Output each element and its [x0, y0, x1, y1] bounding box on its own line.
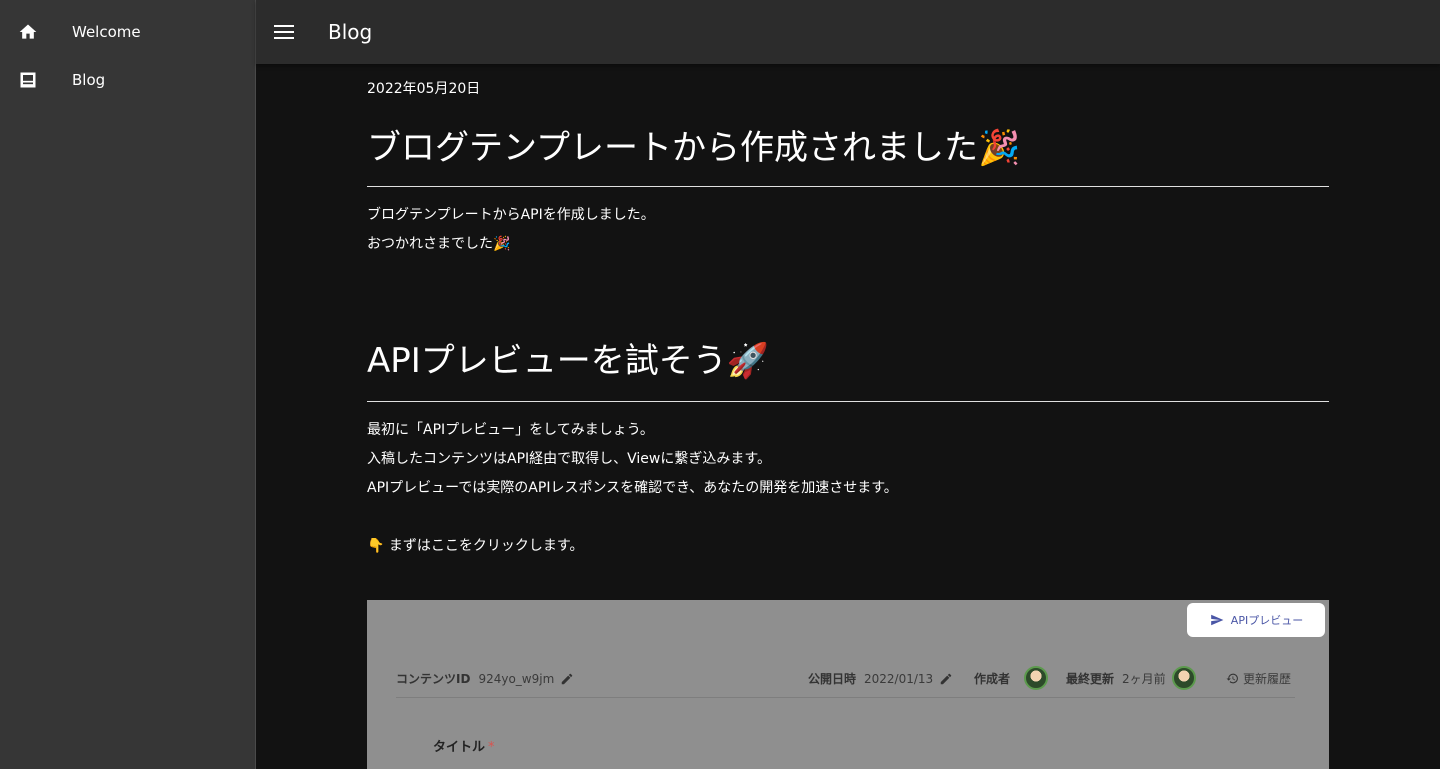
body-line: 👇 まずはここをクリックします。: [367, 538, 584, 554]
post-title: ブログテンプレートから作成されました🎉: [367, 126, 1329, 187]
body-line: 入稿したコンテンツはAPI経由で取得し、Viewに繋ぎ込みます。: [367, 451, 771, 467]
content-id: コンテンツID 924yo_w9jm: [396, 670, 574, 687]
send-icon: [1210, 614, 1224, 626]
history-icon: [1226, 673, 1238, 684]
updated-label: 最終更新: [1066, 671, 1115, 686]
published-value: 2022/01/13: [864, 671, 934, 686]
history-label: 更新履歴: [1243, 672, 1292, 686]
body-line: 最初に「APIプレビュー」をしてみましょう。: [367, 422, 654, 438]
title-label: タイトル: [433, 740, 486, 755]
published-label: 公開日時: [808, 672, 857, 686]
published-date: 公開日時 2022/01/13: [808, 670, 953, 687]
sidebar-item-welcome[interactable]: Welcome: [0, 8, 255, 56]
page-title: Blog: [328, 20, 373, 44]
content-meta-row: コンテンツID 924yo_w9jm 公開日時 2022/01/13 作成者 最…: [396, 666, 1295, 698]
content-id-label: コンテンツID: [396, 672, 471, 686]
body-line: APIプレビューでは実際のAPIレスポンスを確認でき、あなたの開発を加速させます…: [367, 480, 898, 496]
sidebar: Welcome Blog: [0, 0, 256, 769]
blog-icon: [16, 68, 40, 92]
updated-value: 2ヶ月前: [1122, 671, 1166, 686]
section-paragraph: 最初に「APIプレビュー」をしてみましょう。 入稿したコンテンツはAPI経由で取…: [367, 416, 1329, 561]
author: 作成者: [974, 666, 1049, 690]
sidebar-item-label: Welcome: [72, 23, 141, 41]
avatar: [1171, 666, 1196, 690]
api-preview-button: APIプレビュー: [1187, 603, 1325, 637]
home-icon: [16, 20, 40, 44]
last-updated: 最終更新 2ヶ月前: [1066, 666, 1196, 690]
author-label: 作成者: [974, 671, 1011, 686]
embedded-screenshot: APIプレビュー コンテンツID 924yo_w9jm 公開日時 2022/01…: [367, 600, 1329, 769]
intro-paragraph: ブログテンプレートからAPIを作成しました。 おつかれさまでした🎉: [367, 201, 1329, 259]
intro-line: ブログテンプレートからAPIを作成しました。: [367, 207, 655, 223]
post-date: 2022年05月20日: [367, 81, 481, 97]
menu-icon[interactable]: [272, 20, 296, 44]
content-id-value: 924yo_w9jm: [478, 671, 555, 686]
pencil-icon: [562, 673, 573, 684]
intro-line: おつかれさまでした🎉: [367, 236, 511, 252]
pencil-icon: [940, 673, 952, 684]
title-field-label: タイトル *: [433, 736, 495, 755]
app-bar: Blog: [256, 0, 1440, 64]
api-preview-label: APIプレビュー: [1230, 614, 1304, 627]
history: 更新履歴: [1226, 670, 1291, 687]
article: 2022年05月20日 ブログテンプレートから作成されました🎉 ブログテンプレー…: [367, 64, 1329, 561]
avatar: [1024, 666, 1049, 690]
sidebar-item-label: Blog: [72, 71, 106, 89]
section-heading: APIプレビューを試そう🚀: [367, 339, 1329, 402]
sidebar-item-blog[interactable]: Blog: [0, 56, 255, 104]
required-mark: *: [488, 740, 495, 755]
